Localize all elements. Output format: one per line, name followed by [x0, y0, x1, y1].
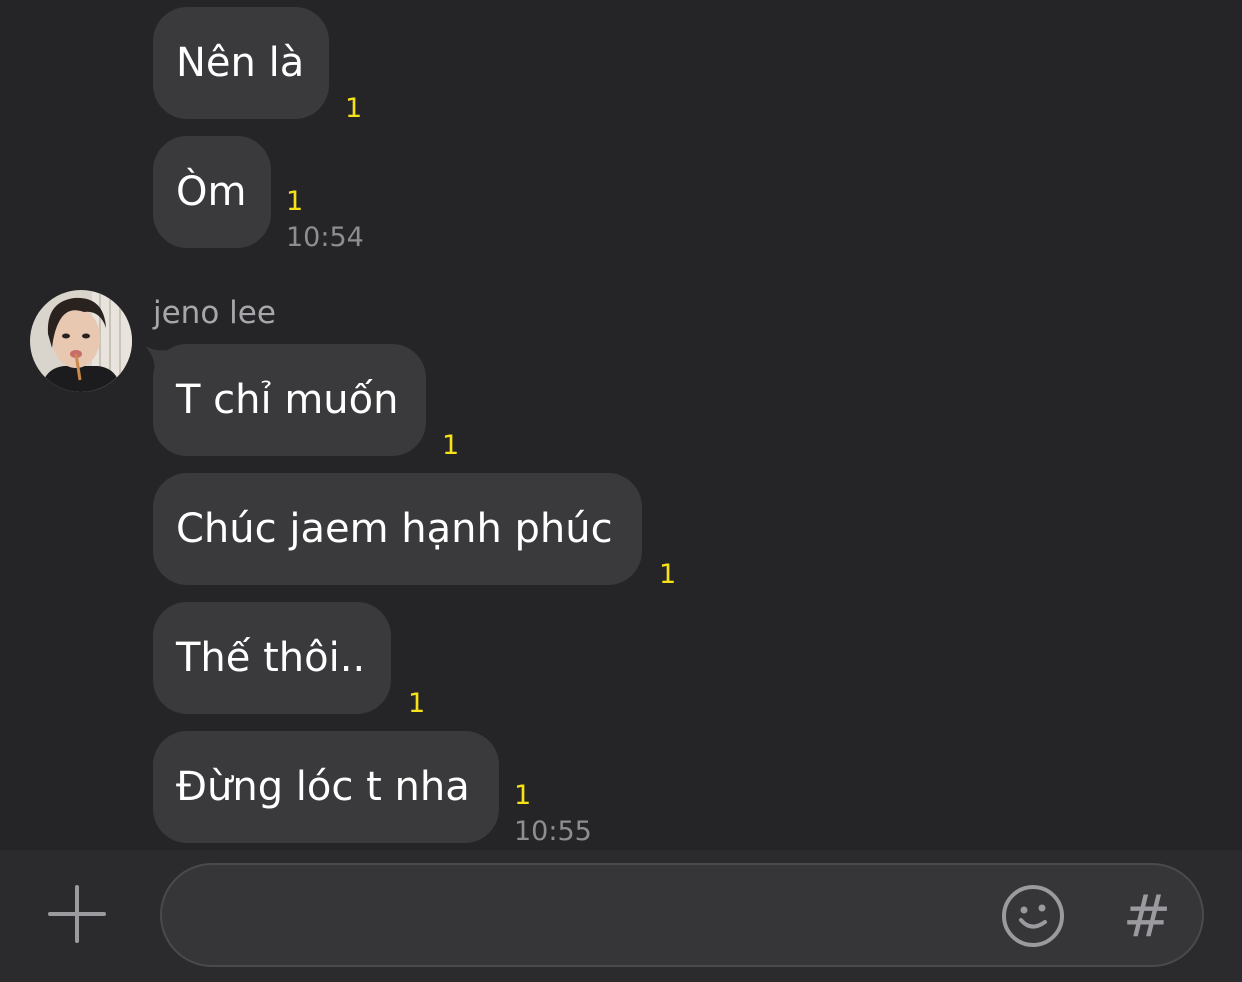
- chat-screen: Nên là 1 Òm 1 10:54 jeno lee T chỉ muốn …: [0, 0, 1242, 982]
- message-list[interactable]: Nên là 1 Òm 1 10:54 jeno lee T chỉ muốn …: [0, 0, 1242, 850]
- profile-photo-icon: [30, 290, 132, 392]
- avatar[interactable]: [30, 290, 132, 392]
- message-bubble[interactable]: Òm: [153, 136, 271, 248]
- smiley-icon: [1002, 885, 1064, 947]
- unread-count: 1: [442, 430, 460, 461]
- unread-count: 1: [408, 688, 426, 719]
- message-bubble[interactable]: Nên là: [153, 7, 329, 119]
- unread-count: 1: [345, 93, 363, 124]
- message-bubble[interactable]: T chỉ muốn: [153, 344, 426, 456]
- message-input-container[interactable]: #: [160, 863, 1204, 967]
- message-bubble[interactable]: Chúc jaem hạnh phúc: [153, 473, 642, 585]
- unread-count: 1: [286, 186, 304, 217]
- hashtag-button[interactable]: #: [1120, 883, 1174, 949]
- emoji-button[interactable]: [1001, 884, 1065, 948]
- plus-icon: [48, 885, 106, 943]
- unread-count: 1: [659, 559, 677, 590]
- message-input-bar: #: [0, 850, 1242, 982]
- message-input[interactable]: [196, 865, 980, 967]
- message-timestamp: 10:54: [286, 222, 364, 253]
- unread-count: 1: [514, 780, 532, 811]
- message-timestamp: 10:55: [514, 816, 592, 847]
- message-bubble[interactable]: Đừng lóc t nha: [153, 731, 499, 843]
- sender-name: jeno lee: [153, 295, 276, 331]
- attach-button[interactable]: [44, 881, 110, 947]
- message-bubble[interactable]: Thế thôi..: [153, 602, 391, 714]
